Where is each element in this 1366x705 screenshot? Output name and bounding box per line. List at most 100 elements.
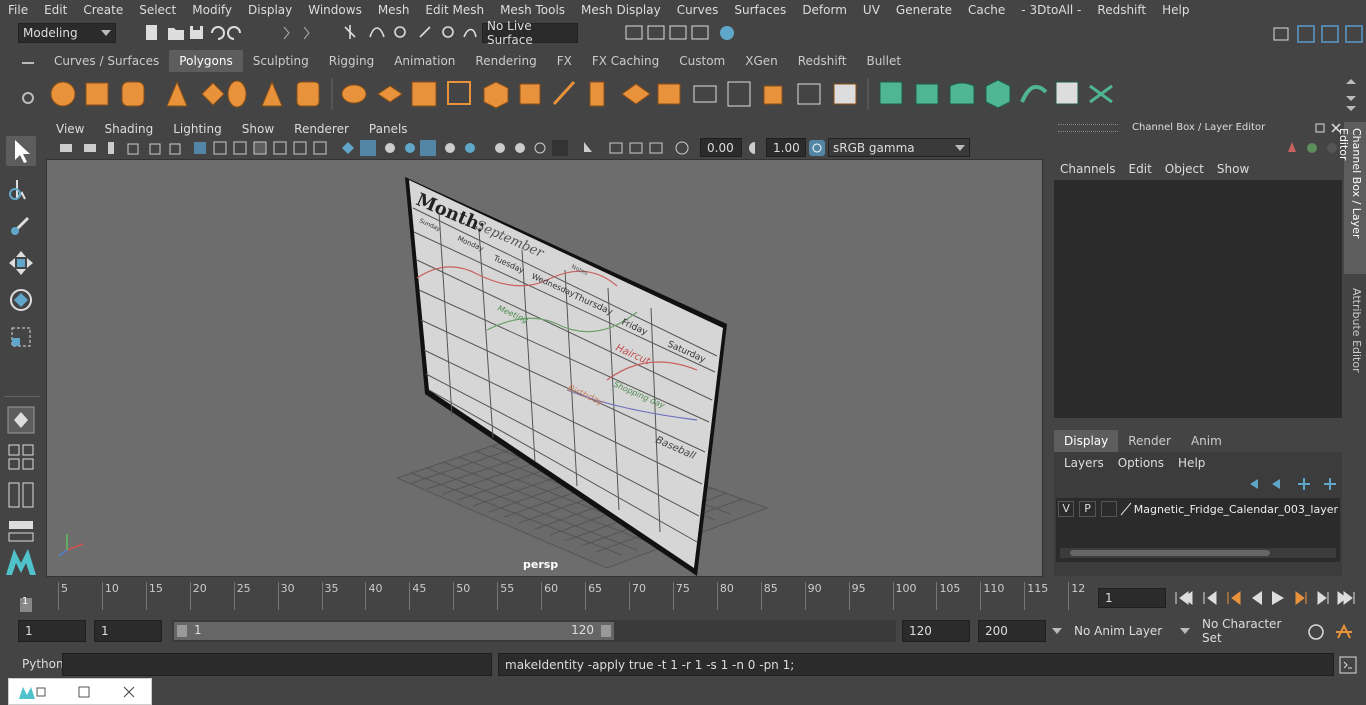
playback-end-field[interactable]: 120 [902,620,970,642]
snap-icons[interactable] [340,23,480,43]
gamma-field[interactable]: 1.00 [766,138,806,157]
live-surface-field[interactable]: No Live Surface [482,19,578,47]
tab-custom[interactable]: Custom [669,50,735,72]
menu-mesh[interactable]: Mesh [370,3,418,17]
menu-mesh-tools[interactable]: Mesh Tools [492,3,573,17]
layout-two-icon[interactable] [6,480,36,510]
layer-menu-help[interactable]: Help [1178,456,1219,470]
outliner-layout-icon[interactable] [6,516,36,546]
tab-bullet[interactable]: Bullet [856,50,911,72]
rotate-tool-icon[interactable] [6,285,36,315]
tab-sculpting[interactable]: Sculpting [243,50,319,72]
layer-scroll-thumb[interactable] [1070,550,1270,556]
cb-menu-edit[interactable]: Edit [1129,162,1165,176]
viewport-menu-view[interactable]: View [46,122,94,136]
layout-single-icon[interactable] [6,405,36,435]
tab-animation[interactable]: Animation [384,50,465,72]
menu-create[interactable]: Create [75,3,131,17]
tab-channel-box-side[interactable]: Channel Box / Layer Editor [1337,122,1366,274]
character-set-dropdown[interactable]: No Character Set [1178,617,1300,645]
cb-menu-show[interactable]: Show [1217,162,1262,176]
command-language-label[interactable]: Python [22,657,64,671]
layer-playback-toggle[interactable]: P [1079,501,1096,517]
menu-help[interactable]: Help [1154,3,1197,17]
viewport-menu-lighting[interactable]: Lighting [163,122,232,136]
channel-list[interactable] [1054,180,1342,418]
viewport-toolbar-icons[interactable] [54,140,694,156]
minimized-window-bar[interactable] [8,678,152,705]
menu-generate[interactable]: Generate [888,3,960,17]
cb-menu-channels[interactable]: Channels [1060,162,1129,176]
tab-fx-caching[interactable]: FX Caching [582,50,669,72]
menu-redshift[interactable]: Redshift [1089,3,1154,17]
shelf-menu-icon[interactable] [18,53,38,73]
tab-redshift[interactable]: Redshift [788,50,857,72]
viewport-menu-show[interactable]: Show [232,122,284,136]
workspace-icons[interactable] [1270,23,1366,45]
tab-curves-surfaces[interactable]: Curves / Surfaces [44,50,169,72]
layer-menu-options[interactable]: Options [1118,456,1178,470]
perspective-viewport[interactable]: Month: September Sunday Monday Tuesday W… [46,159,1043,577]
range-end-grip[interactable] [601,625,611,637]
layer-color-icon[interactable] [1119,501,1132,517]
tab-attribute-editor-side[interactable]: Attribute Editor [1344,284,1366,380]
move-tool-icon[interactable] [6,248,36,278]
range-start-grip[interactable] [177,625,187,637]
window-controls[interactable] [9,679,153,705]
layer-display-type-toggle[interactable] [1100,501,1118,517]
scale-tool-icon[interactable] [6,322,36,352]
script-editor-icon[interactable] [1338,655,1358,675]
layout-four-icon[interactable] [6,442,36,472]
layer-visibility-toggle[interactable]: V [1058,501,1075,517]
viewport-menu-shading[interactable]: Shading [94,122,163,136]
menu-edit-mesh[interactable]: Edit Mesh [417,3,492,17]
tab-rendering[interactable]: Rendering [465,50,546,72]
menu-file[interactable]: File [0,3,36,17]
tab-rigging[interactable]: Rigging [319,50,384,72]
anim-layer-dropdown[interactable]: No Anim Layer [1050,620,1168,642]
menu-cache[interactable]: Cache [960,3,1013,17]
layer-menu-layers[interactable]: Layers [1064,456,1118,470]
menu-edit[interactable]: Edit [36,3,75,17]
viewport-menu-panels[interactable]: Panels [359,122,418,136]
range-slider-handle[interactable]: 1 120 [174,622,614,640]
menu-windows[interactable]: Windows [300,3,370,17]
tab-polygons[interactable]: Polygons [169,50,243,72]
shelf-settings-icon[interactable] [20,90,36,106]
animation-start-field[interactable]: 1 [18,620,86,642]
layer-row[interactable]: V P Magnetic_Fridge_Calendar_003_layer [1058,500,1338,518]
color-management-icon[interactable] [808,139,826,157]
menu-display[interactable]: Display [240,3,300,17]
menu-deform[interactable]: Deform [794,3,855,17]
menu-select[interactable]: Select [131,3,184,17]
tab-display-layers[interactable]: Display [1054,430,1119,452]
menu-uv[interactable]: UV [855,3,888,17]
preferences-icons[interactable] [1306,622,1362,642]
time-slider[interactable]: 1 5 10 15 20 25 30 35 40 45 50 55 60 65 … [0,580,1366,614]
paint-select-tool-icon[interactable] [6,210,36,240]
cb-menu-object[interactable]: Object [1165,162,1217,176]
command-input[interactable] [62,653,492,676]
exposure-field[interactable]: 0.00 [700,138,742,157]
shelf-scroll-icon[interactable] [1344,78,1358,112]
current-frame-field[interactable]: 1 [1098,588,1166,608]
menu-modify[interactable]: Modify [184,3,240,17]
layer-action-icons[interactable] [1244,476,1338,492]
animation-end-field[interactable]: 200 [978,620,1046,642]
file-ops-icons[interactable] [140,23,260,43]
range-slider-track[interactable]: 1 120 [172,620,896,642]
layer-scrollbar[interactable] [1060,548,1336,558]
menu-surfaces[interactable]: Surfaces [726,3,794,17]
mode-dropdown[interactable]: Modeling [18,23,116,43]
menu-mesh-display[interactable]: Mesh Display [573,3,669,17]
menu-3dtoall[interactable]: - 3DtoAll - [1013,3,1089,17]
channel-box-toggle-icons[interactable] [1286,140,1342,156]
playback-controls[interactable] [1172,588,1362,608]
tab-fx[interactable]: FX [547,50,582,72]
playback-start-field[interactable]: 1 [94,620,162,642]
viewport-menu-renderer[interactable]: Renderer [284,122,359,136]
render-icons[interactable] [620,23,740,43]
select-tool-icon[interactable] [6,136,36,166]
tab-anim-layers[interactable]: Anim [1181,430,1232,452]
shelf-icons[interactable] [40,72,1340,116]
